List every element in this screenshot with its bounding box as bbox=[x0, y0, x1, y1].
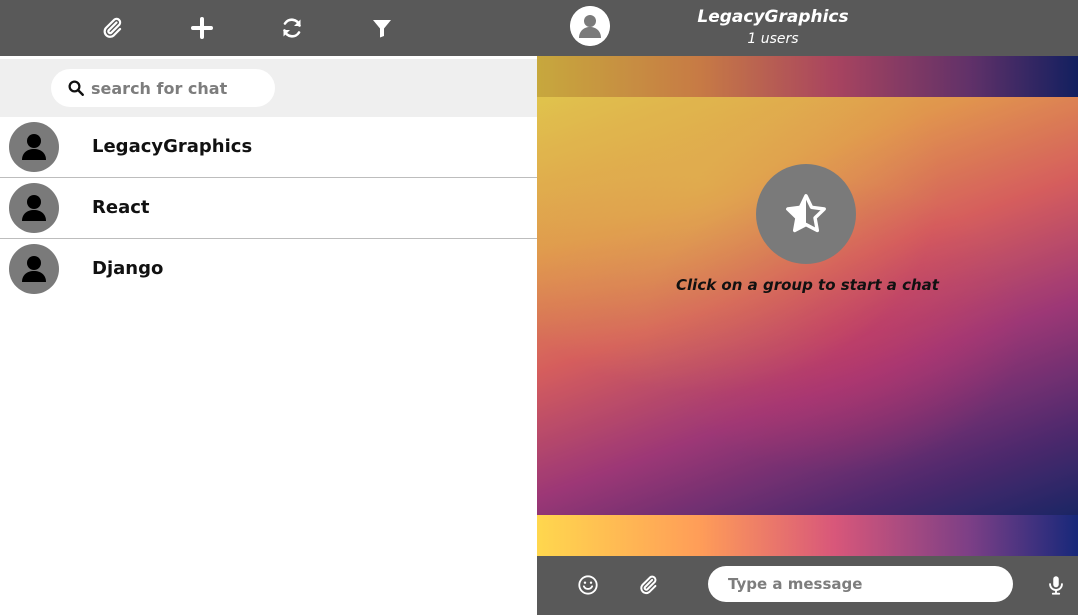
filter-button[interactable] bbox=[364, 10, 400, 46]
chat-name: React bbox=[92, 197, 150, 218]
voice-message-button[interactable] bbox=[1041, 570, 1071, 600]
welcome-message: Click on a group to start a chat bbox=[676, 276, 939, 294]
wallpaper-strip-bottom bbox=[537, 515, 1078, 556]
refresh-icon bbox=[283, 18, 301, 38]
plus-icon bbox=[191, 17, 213, 39]
sidebar-toolbar bbox=[0, 0, 537, 56]
chat-list: LegacyGraphics React Django bbox=[0, 117, 537, 300]
attach-file-button[interactable] bbox=[633, 570, 663, 600]
avatar bbox=[9, 244, 59, 294]
emoji-button[interactable] bbox=[573, 570, 603, 600]
chat-app: LegacyGraphics React Dja bbox=[0, 0, 1078, 615]
search-icon bbox=[67, 79, 85, 97]
avatar bbox=[9, 183, 59, 233]
smiley-icon bbox=[578, 575, 598, 595]
filter-icon bbox=[373, 20, 391, 38]
chat-member-count: 1 users bbox=[747, 31, 799, 47]
user-icon bbox=[22, 134, 46, 160]
chat-panel: LegacyGraphics 1 users Click on a group … bbox=[537, 0, 1078, 615]
attach-button[interactable] bbox=[94, 10, 130, 46]
user-icon bbox=[22, 256, 46, 282]
message-composer bbox=[537, 556, 1078, 615]
welcome-icon bbox=[756, 164, 856, 264]
paperclip-icon bbox=[103, 17, 122, 38]
welcome-panel bbox=[537, 97, 1078, 515]
avatar bbox=[9, 122, 59, 172]
new-chat-button[interactable] bbox=[184, 10, 220, 46]
chat-list-item-legacygraphics[interactable]: LegacyGraphics bbox=[0, 117, 537, 178]
chat-title: LegacyGraphics bbox=[697, 7, 849, 27]
chat-header: LegacyGraphics 1 users bbox=[537, 0, 1078, 56]
chat-name: Django bbox=[92, 258, 164, 279]
chat-name: LegacyGraphics bbox=[92, 136, 253, 157]
refresh-button[interactable] bbox=[274, 10, 310, 46]
chat-list-item-django[interactable]: Django bbox=[0, 239, 537, 300]
message-input[interactable] bbox=[708, 566, 1013, 602]
search-input[interactable] bbox=[91, 78, 271, 98]
wallpaper-strip-top bbox=[537, 56, 1078, 97]
paperclip-icon bbox=[640, 575, 657, 595]
user-icon bbox=[22, 195, 46, 221]
chat-list-item-react[interactable]: React bbox=[0, 178, 537, 239]
sidebar: LegacyGraphics React Dja bbox=[0, 0, 537, 615]
search-bar bbox=[0, 59, 537, 117]
star-half-icon bbox=[786, 194, 826, 233]
search-box[interactable] bbox=[51, 69, 275, 107]
microphone-icon bbox=[1049, 576, 1063, 595]
